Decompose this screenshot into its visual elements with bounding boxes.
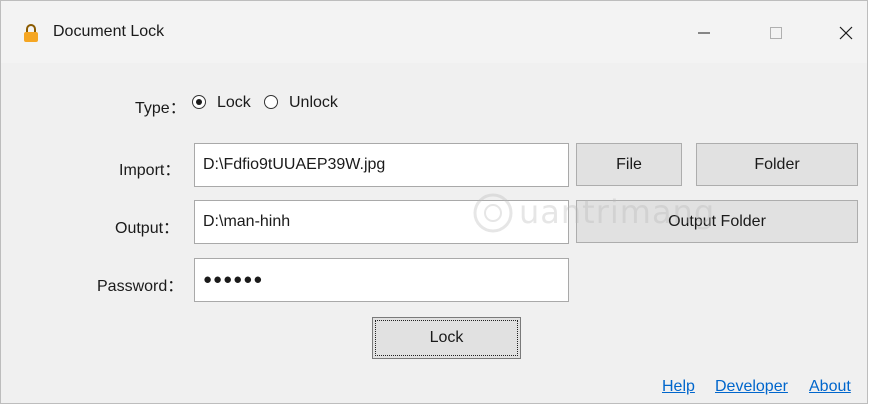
file-button[interactable]: File xyxy=(576,143,682,186)
help-link[interactable]: Help xyxy=(662,378,695,396)
lock-button[interactable]: Lock xyxy=(372,317,521,359)
close-icon xyxy=(839,26,853,40)
document-lock-window: Document Lock Type： Lock Unlock Import： … xyxy=(0,0,868,404)
folder-button[interactable]: Folder xyxy=(696,143,858,186)
password-label: Password： xyxy=(97,278,184,295)
type-label: Type： xyxy=(135,100,186,117)
lock-radio-label[interactable]: Lock xyxy=(217,94,251,112)
window-title: Document Lock xyxy=(53,23,165,40)
minimize-button[interactable] xyxy=(681,13,727,53)
title-bar[interactable]: Document Lock xyxy=(1,1,867,63)
developer-link[interactable]: Developer xyxy=(715,378,788,396)
minimize-icon xyxy=(698,32,710,34)
output-path-field[interactable]: D:\man-hinh xyxy=(194,200,569,244)
import-label: Import： xyxy=(119,162,181,179)
output-folder-button[interactable]: Output Folder xyxy=(576,200,858,243)
about-link[interactable]: About xyxy=(809,378,851,396)
import-path-field[interactable]: D:\Fdfio9tUUAEP39W.jpg xyxy=(194,143,569,187)
password-field[interactable]: ●●●●●● xyxy=(194,258,569,302)
maximize-icon xyxy=(770,27,782,39)
close-button[interactable] xyxy=(823,13,869,53)
lock-radio[interactable] xyxy=(192,95,206,109)
unlock-radio[interactable] xyxy=(264,95,278,109)
maximize-button[interactable] xyxy=(753,13,799,53)
output-label: Output： xyxy=(115,220,180,237)
padlock-icon xyxy=(24,24,38,42)
unlock-radio-label[interactable]: Unlock xyxy=(289,94,338,112)
